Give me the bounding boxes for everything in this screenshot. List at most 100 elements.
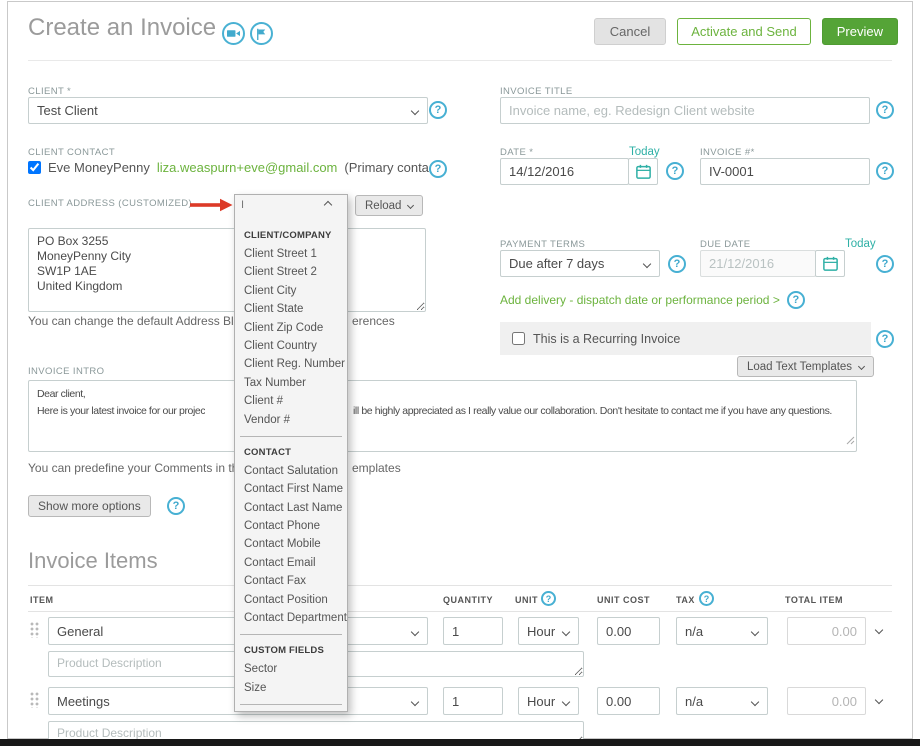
intro-hint-link[interactable]: emplates [352,461,401,475]
resize-handle-icon[interactable] [845,432,855,450]
intro-line-1: Dear client, [37,388,85,400]
reload-button[interactable]: Reload [355,195,423,216]
due-date-today-link[interactable]: Today [845,238,876,250]
menu-item[interactable]: Client Zip Code [235,319,347,337]
menu-item[interactable]: Tax Number [235,374,347,392]
column-quantity-label: QUANTITY [443,595,493,605]
due-date-input[interactable] [700,250,816,277]
invoice-title-label: INVOICE TITLE [500,86,573,97]
unit-select[interactable]: Hour [518,617,579,645]
show-more-options-button[interactable]: Show more options [28,495,151,517]
unit-cost-input[interactable] [597,687,660,715]
chevron-down-icon [562,628,570,636]
unit-select[interactable]: Hour [518,687,579,715]
activate-and-send-button[interactable]: Activate and Send [677,18,811,45]
menu-item[interactable]: Contact Phone [235,517,347,535]
menu-item[interactable]: Contact Fax [235,572,347,590]
chevron-down-icon [411,628,419,636]
drag-handle-icon[interactable] [30,622,40,638]
flag-icon[interactable] [250,22,273,45]
address-hint-link[interactable]: erences [352,314,395,328]
menu-item[interactable]: Contact Department [235,609,347,627]
load-text-templates-label: Load Text Templates [747,361,852,373]
help-icon[interactable]: ? [668,255,686,273]
menu-item[interactable]: Sector [235,660,347,678]
menu-item[interactable]: Contact Mobile [235,535,347,553]
contact-email-link[interactable]: liza.weaspurn+eve@gmail.com [157,160,337,175]
menu-item[interactable]: Vendor # [235,411,347,429]
delivery-period-link[interactable]: Add delivery - dispatch date or performa… [500,293,780,307]
video-icon[interactable] [222,22,245,45]
menu-item[interactable]: Contact Email [235,554,347,572]
total-item-input[interactable] [787,617,866,645]
help-icon[interactable]: ? [787,291,805,309]
client-contact-row: Eve MoneyPenny liza.weaspurn+eve@gmail.c… [28,160,443,175]
header-divider [28,60,892,61]
payment-terms-select[interactable]: Due after 7 days [500,250,660,277]
menu-item[interactable]: Client Reg. Number [235,355,347,373]
help-icon[interactable]: ? [876,330,894,348]
due-date-calendar-button[interactable] [815,250,845,277]
chevron-down-icon [562,698,570,706]
date-input[interactable] [500,158,629,185]
client-select[interactable]: Test Client [28,97,428,124]
total-item-input[interactable] [787,687,866,715]
address-textarea[interactable] [28,228,426,312]
help-icon[interactable]: ? [429,101,447,119]
tax-select[interactable]: n/a [676,617,768,645]
cancel-button[interactable]: Cancel [594,18,666,45]
menu-item[interactable]: Contact Last Name [235,499,347,517]
menu-item[interactable]: Client City [235,282,347,300]
delivery-row: Add delivery - dispatch date or performa… [500,291,805,309]
menu-item[interactable]: Client Country [235,337,347,355]
chevron-down-icon [751,628,759,636]
help-icon[interactable]: ? [429,160,447,178]
item-select-value: Meetings [57,694,110,709]
invoice-title-input[interactable] [500,97,870,124]
help-icon[interactable]: ? [876,255,894,273]
menu-item[interactable]: Contact Salutation [235,462,347,480]
invoice-intro-editor[interactable]: Dear client, Here is your latest invoice… [28,380,857,452]
help-icon[interactable]: ? [699,591,714,606]
tax-select[interactable]: n/a [676,687,768,715]
row-expand-chevron-icon[interactable] [875,626,883,634]
menu-item[interactable]: Size [235,679,347,697]
menu-item[interactable]: Client # [235,392,347,410]
menu-item[interactable]: Client State [235,300,347,318]
menu-item[interactable]: Contact Position [235,591,347,609]
preview-button[interactable]: Preview [822,18,898,45]
placeholder-menu-toggle-button[interactable]: I [235,195,347,215]
drag-handle-icon[interactable] [30,692,40,708]
menu-item[interactable]: Client Street 2 [235,263,347,281]
quantity-input[interactable] [443,687,503,715]
unit-cost-input[interactable] [597,617,660,645]
date-calendar-button[interactable] [628,158,658,185]
help-icon[interactable]: ? [541,591,556,606]
chevron-down-icon [411,698,419,706]
invoice-number-input[interactable] [700,158,870,185]
menu-item[interactable]: Client Street 1 [235,245,347,263]
client-label: CLIENT * [28,86,71,97]
reload-label: Reload [365,200,401,212]
item-select-value: General [57,624,103,639]
help-icon[interactable]: ? [876,162,894,180]
help-icon[interactable]: ? [876,101,894,119]
recurring-checkbox[interactable] [512,332,525,345]
toggle-label-fragment: I [241,199,244,211]
chevron-down-icon [643,260,651,268]
items-table-header: ITEM QUANTITY UNIT ? UNIT COST TAX ? TOT… [28,585,892,612]
page-title: Create an Invoice [28,14,216,42]
help-icon[interactable]: ? [666,162,684,180]
quantity-input[interactable] [443,617,503,645]
help-icon[interactable]: ? [167,497,185,515]
client-contact-label: CLIENT CONTACT [28,147,115,158]
date-today-link[interactable]: Today [629,146,660,158]
load-text-templates-button[interactable]: Load Text Templates [737,356,874,377]
recurring-label: This is a Recurring Invoice [533,332,680,346]
contact-checkbox[interactable] [28,161,41,174]
menu-section-header: CLIENT/COMPANY [235,227,347,245]
menu-item[interactable]: Contact First Name [235,480,347,498]
row-expand-chevron-icon[interactable] [875,696,883,704]
payment-terms-label: PAYMENT TERMS [500,239,585,250]
invoice-number-label: INVOICE #* [700,147,755,158]
